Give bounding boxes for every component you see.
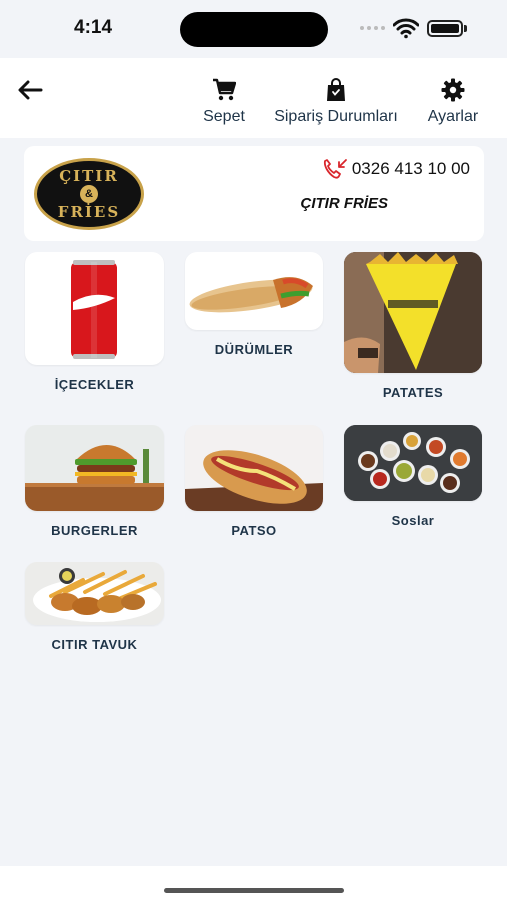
category-label: PATSO xyxy=(231,523,277,538)
cellular-signal-icon xyxy=(360,26,385,30)
category-fries[interactable]: PATATES xyxy=(344,252,482,400)
status-bar: 4:14 xyxy=(0,0,507,58)
crispy-chicken-image xyxy=(25,562,164,625)
cart-button[interactable]: Sepet xyxy=(195,78,253,126)
home-indicator-area xyxy=(0,866,507,900)
category-label: PATATES xyxy=(382,385,444,400)
phone-number: 0326 413 10 00 xyxy=(351,159,470,178)
category-patso[interactable]: PATSO xyxy=(185,425,323,538)
store-name: ÇITIR FRİES xyxy=(300,195,388,212)
order-status-label: Sipariş Durumları xyxy=(274,108,398,125)
settings-label: Ayarlar xyxy=(427,108,479,125)
store-logo: ÇITIR & FRİES xyxy=(34,158,144,230)
category-label: BURGERLER xyxy=(51,523,138,538)
category-label: İÇECEKLER xyxy=(54,377,135,392)
category-label: Soslar xyxy=(391,513,435,528)
wifi-icon xyxy=(393,18,419,39)
category-drinks[interactable]: İÇECEKLER xyxy=(25,252,164,392)
store-info-card: ÇITIR & FRİES 0326 413 10 00 ÇITIR FRİES xyxy=(24,146,484,241)
burger-image xyxy=(25,425,164,511)
cart-label: Sepet xyxy=(203,108,245,125)
sauce-bowls-image xyxy=(344,425,482,501)
battery-cap xyxy=(464,25,467,32)
logo-ampersand: & xyxy=(80,185,98,203)
hotdog-sandwich-image xyxy=(185,425,323,511)
shopping-bag-icon xyxy=(327,78,345,101)
settings-button[interactable]: Ayarlar xyxy=(417,78,489,126)
phone-call-icon xyxy=(323,159,347,179)
status-time: 4:14 xyxy=(74,17,113,38)
category-label: DÜRÜMLER xyxy=(214,342,294,357)
category-label: CITIR TAVUK xyxy=(51,637,138,652)
category-burgers[interactable]: BURGERLER xyxy=(25,425,164,538)
logo-top-text: ÇITIR xyxy=(59,167,119,185)
gear-icon xyxy=(441,78,465,102)
store-phone[interactable]: 0326 413 10 00 xyxy=(322,158,470,180)
logo-bottom-text: FRİES xyxy=(57,203,121,221)
category-wraps[interactable]: DÜRÜMLER xyxy=(185,252,323,357)
category-sauces[interactable]: Soslar xyxy=(344,425,482,528)
cola-can-image xyxy=(25,252,164,365)
top-toolbar: Sepet Sipariş Durumları Ayarlar xyxy=(0,58,507,138)
fries-cone-image xyxy=(344,252,482,373)
dynamic-island xyxy=(180,12,328,47)
arrow-left-icon xyxy=(18,80,43,100)
wrap-image xyxy=(185,252,323,330)
cart-icon xyxy=(213,78,236,101)
back-button[interactable] xyxy=(14,76,46,104)
category-crispy-chicken[interactable]: CITIR TAVUK xyxy=(25,562,164,652)
battery-icon xyxy=(427,20,463,37)
order-status-button[interactable]: Sipariş Durumları xyxy=(258,78,414,126)
home-indicator[interactable] xyxy=(164,888,344,893)
